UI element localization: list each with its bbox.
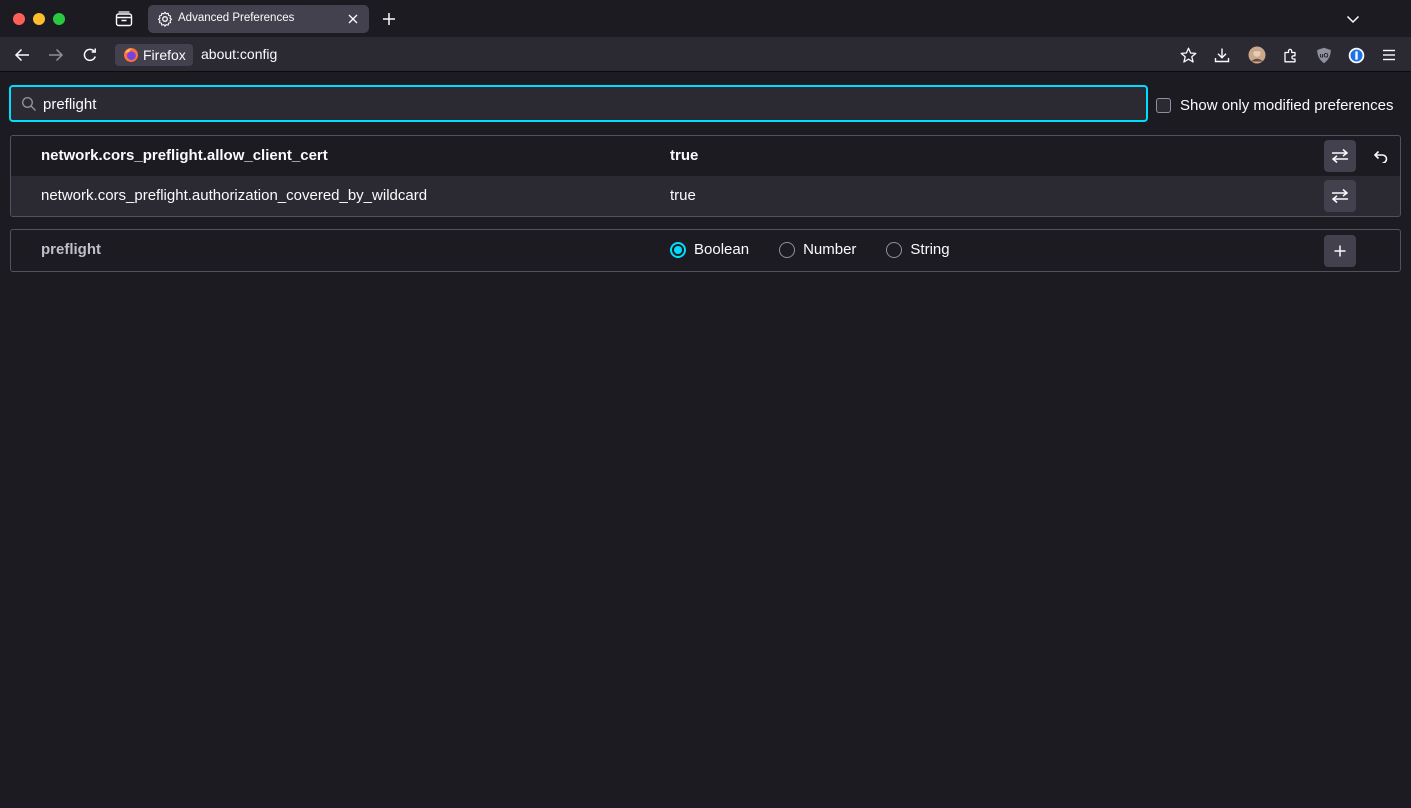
extensions-button[interactable] — [1280, 44, 1302, 66]
preferences-table: network.cors_preflight.allow_client_cert… — [10, 135, 1401, 217]
ublock-shield-icon: uO — [1317, 47, 1331, 63]
pref-name: network.cors_preflight.allow_client_cert — [41, 147, 328, 164]
pref-value[interactable]: true — [670, 187, 696, 204]
1password-icon — [1348, 47, 1364, 63]
plus-icon — [383, 13, 395, 25]
tab-bar: Advanced Preferences — [0, 0, 1411, 37]
show-only-modified-toggle[interactable]: Show only modified preferences — [1156, 96, 1393, 114]
new-pref-name: preflight — [41, 241, 101, 258]
tab-advanced-preferences[interactable]: Advanced Preferences — [148, 5, 369, 33]
star-icon — [1180, 47, 1196, 63]
gear-icon — [157, 11, 173, 27]
firefox-view-button[interactable] — [112, 8, 136, 30]
arrow-left-icon — [14, 48, 29, 62]
tab-title: Advanced Preferences — [178, 12, 295, 24]
radio-label-number[interactable]: Number — [803, 241, 856, 258]
downloads-button[interactable] — [1211, 44, 1233, 66]
toggle-arrows-icon — [1331, 148, 1349, 164]
hamburger-menu-icon — [1383, 49, 1395, 61]
add-button[interactable] — [1324, 235, 1356, 267]
password-manager-button[interactable] — [1345, 44, 1367, 66]
account-button[interactable] — [1246, 44, 1268, 66]
search-box[interactable] — [9, 85, 1148, 122]
tab-close-button[interactable] — [345, 11, 361, 27]
plus-icon — [1334, 245, 1346, 257]
table-row: network.cors_preflight.allow_client_cert… — [11, 136, 1400, 176]
identity-label: Firefox — [143, 47, 186, 63]
forward-button[interactable] — [45, 44, 67, 66]
avatar-icon — [1248, 46, 1266, 64]
reload-button[interactable] — [79, 44, 101, 66]
search-icon — [21, 96, 36, 111]
radio-label-string[interactable]: String — [910, 241, 949, 258]
list-all-tabs-button[interactable] — [1343, 9, 1363, 29]
svg-text:uO: uO — [1319, 52, 1328, 59]
radio-button-string[interactable] — [886, 241, 903, 258]
firefox-view-icon — [115, 11, 133, 27]
toggle-button[interactable] — [1324, 140, 1356, 172]
radio-string[interactable]: String — [886, 241, 950, 258]
bookmark-star-button[interactable] — [1177, 44, 1199, 66]
window-maximize-button[interactable] — [53, 13, 65, 25]
ublock-origin-button[interactable]: uO — [1313, 44, 1335, 66]
window-close-button[interactable] — [13, 13, 25, 25]
radio-label-boolean[interactable]: Boolean — [694, 241, 749, 258]
search-input[interactable] — [43, 92, 1133, 116]
radio-button-number[interactable] — [779, 241, 796, 258]
url-text[interactable]: about:config — [201, 46, 277, 62]
download-icon — [1214, 48, 1230, 63]
new-tab-button[interactable] — [379, 9, 399, 29]
back-button[interactable] — [11, 44, 33, 66]
table-row: network.cors_preflight.authorization_cov… — [11, 176, 1400, 216]
radio-number[interactable]: Number — [779, 241, 856, 258]
browser-window: Advanced Preferences Firefox about:confi… — [0, 0, 1411, 808]
window-minimize-button[interactable] — [33, 13, 45, 25]
reset-button[interactable] — [1367, 144, 1393, 168]
url-bar[interactable]: Firefox about:config — [112, 42, 1172, 68]
radio-button-boolean[interactable] — [670, 241, 686, 258]
radio-boolean[interactable]: Boolean — [670, 241, 749, 258]
identity-box[interactable]: Firefox — [115, 44, 193, 66]
reload-icon — [83, 48, 96, 62]
puzzle-piece-icon — [1284, 48, 1296, 63]
firefox-logo-icon — [124, 48, 138, 62]
add-preference-row: preflight Boolean Number String — [10, 229, 1401, 272]
show-only-modified-checkbox[interactable] — [1156, 97, 1171, 113]
show-only-modified-label[interactable]: Show only modified preferences — [1180, 97, 1393, 114]
undo-icon — [1373, 150, 1388, 163]
close-icon — [348, 14, 358, 24]
toggle-arrows-icon — [1331, 188, 1349, 204]
toggle-button[interactable] — [1324, 180, 1356, 212]
about-config-page: Show only modified preferences network.c… — [0, 72, 1411, 808]
pref-value[interactable]: true — [670, 147, 698, 164]
arrow-right-icon — [49, 48, 64, 62]
pref-type-radio-group: Boolean Number String — [670, 241, 980, 258]
pref-name: network.cors_preflight.authorization_cov… — [41, 187, 428, 204]
navigation-toolbar: Firefox about:config uO — [0, 37, 1411, 72]
chevron-down-icon — [1346, 15, 1360, 24]
app-menu-button[interactable] — [1378, 44, 1400, 66]
